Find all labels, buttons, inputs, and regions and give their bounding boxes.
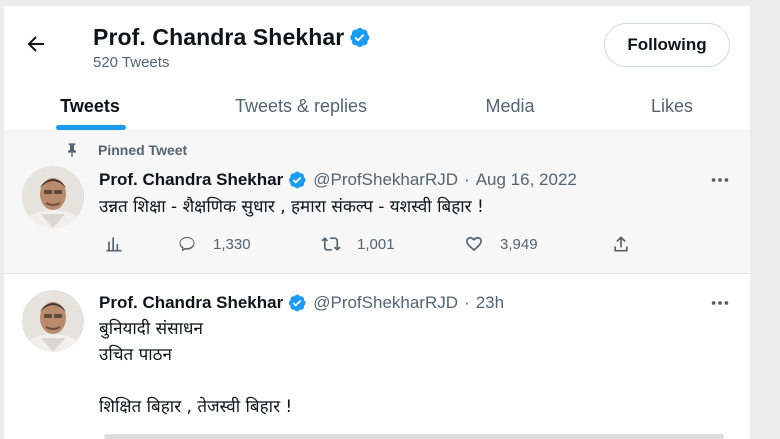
tweet-count: 520 Tweets xyxy=(93,54,170,71)
tweet-text-line: उचित पाठन xyxy=(99,345,172,365)
like-count: 3,949 xyxy=(500,235,538,253)
verified-badge-icon xyxy=(289,294,306,312)
retweet-count: 1,001 xyxy=(357,235,395,253)
avatar[interactable] xyxy=(22,290,84,352)
pin-icon xyxy=(68,143,76,158)
more-horizontal-icon[interactable] xyxy=(707,170,733,190)
avatar[interactable] xyxy=(22,166,84,228)
tweet-date[interactable]: 23h xyxy=(476,293,504,313)
reply-icon xyxy=(179,236,195,252)
profile-title-row: Prof. Chandra Shekhar xyxy=(93,24,371,51)
pinned-tweet[interactable]: Pinned Tweet Prof. Chandra Shekhar @Prof… xyxy=(4,131,750,274)
like-button[interactable]: 3,949 xyxy=(464,234,538,254)
retweet-button[interactable]: 1,001 xyxy=(321,234,395,254)
tweet-text: उन्नत शिक्षा - शैक्षणिक सुधार , हमारा सं… xyxy=(99,197,484,217)
author-handle[interactable]: @ProfShekharRJD xyxy=(313,293,458,313)
pinned-label: Pinned Tweet xyxy=(98,142,188,158)
tweet-text-line: बुनियादी संसाधन xyxy=(99,319,203,339)
active-tab-indicator xyxy=(56,125,126,130)
tab-tweets-replies[interactable]: Tweets & replies xyxy=(226,82,376,130)
profile-frame: Prof. Chandra Shekhar 520 Tweets Followi… xyxy=(4,0,750,439)
meta-separator: · xyxy=(464,170,470,189)
tweet-author-row: Prof. Chandra Shekhar @ProfShekharRJD · … xyxy=(99,293,504,313)
retweet-icon xyxy=(321,237,341,251)
verified-badge-icon xyxy=(289,171,306,189)
tab-tweets[interactable]: Tweets xyxy=(44,82,136,130)
bottom-divider xyxy=(104,434,724,439)
author-name[interactable]: Prof. Chandra Shekhar xyxy=(99,293,283,313)
reply-button[interactable]: 1,330 xyxy=(177,234,251,254)
reply-count: 1,330 xyxy=(213,235,251,253)
tweet-author-row: Prof. Chandra Shekhar @ProfShekharRJD · … xyxy=(99,170,577,190)
arrow-left-icon[interactable] xyxy=(24,32,48,56)
tweet[interactable]: Prof. Chandra Shekhar @ProfShekharRJD · … xyxy=(4,275,750,439)
share-button[interactable] xyxy=(611,234,631,254)
author-name[interactable]: Prof. Chandra Shekhar xyxy=(99,170,283,190)
verified-badge-icon xyxy=(350,27,370,48)
following-button[interactable]: Following xyxy=(604,23,730,67)
heart-icon xyxy=(466,236,482,252)
share-icon xyxy=(614,236,628,252)
tab-likes[interactable]: Likes xyxy=(640,82,704,130)
profile-name: Prof. Chandra Shekhar xyxy=(93,24,345,50)
views-button[interactable] xyxy=(104,234,124,254)
tweet-text-line: शिक्षित बिहार , तेजस्वी बिहार ! xyxy=(99,397,293,417)
tab-media[interactable]: Media xyxy=(474,82,546,130)
views-chart-icon xyxy=(106,237,122,252)
author-handle[interactable]: @ProfShekharRJD xyxy=(313,170,458,190)
tweet-actions: 1,330 1,001 3,949 xyxy=(99,234,639,258)
more-horizontal-icon[interactable] xyxy=(707,293,733,313)
profile-header: Prof. Chandra Shekhar 520 Tweets Followi… xyxy=(4,6,750,82)
profile-tabs: Tweets Tweets & replies Media Likes xyxy=(4,82,750,131)
pinned-label-row: Pinned Tweet xyxy=(64,142,187,158)
tweet-date[interactable]: Aug 16, 2022 xyxy=(476,170,577,190)
meta-separator: · xyxy=(464,293,470,312)
